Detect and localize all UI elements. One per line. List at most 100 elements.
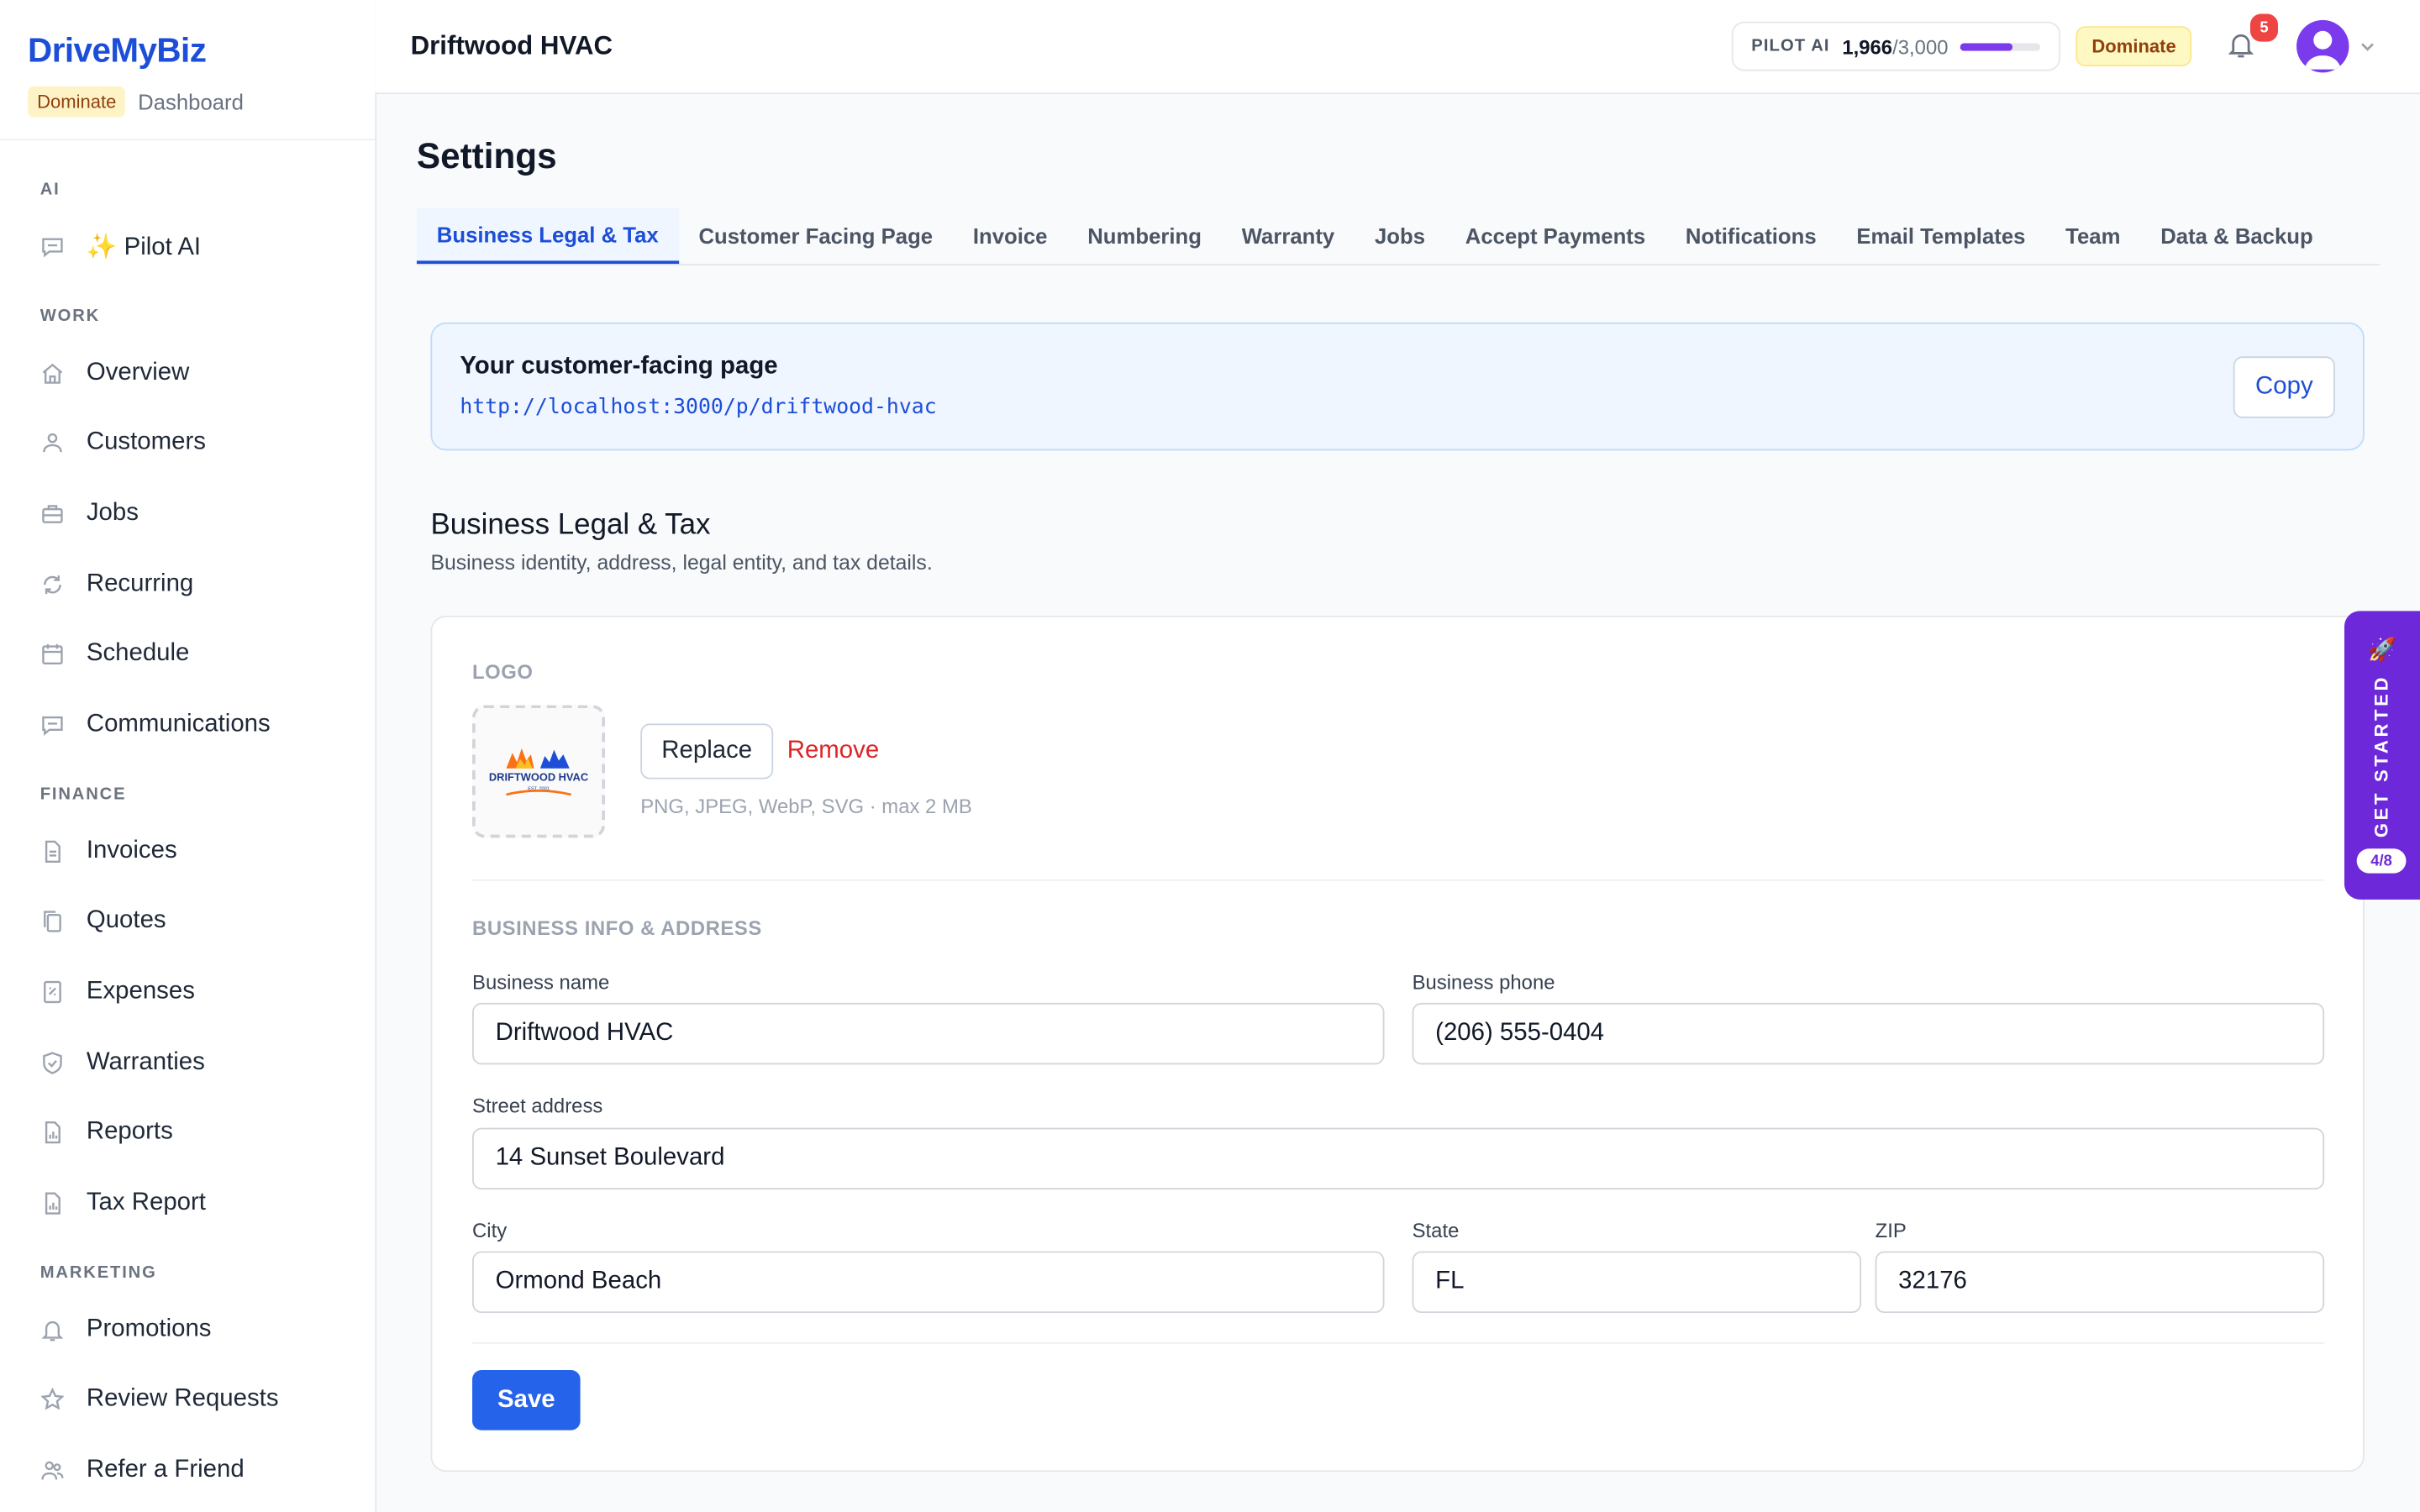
sidebar-item-label: Review Requests [86,1386,279,1413]
pilot-ai-progress-fill [1960,42,2013,50]
business-title: Driftwood HVAC [410,30,613,60]
chevron-down-icon[interactable] [2359,37,2377,55]
city-field[interactable]: Ormond Beach [472,1251,1385,1314]
logo-preview: DRIFTWOOD HVAC EST. 2001 [472,705,605,838]
page-title: Settings [416,135,557,176]
save-button[interactable]: Save [472,1370,581,1431]
logo-text: DRIFTWOOD HVAC [489,770,588,783]
business-phone-label: Business phone [1412,970,1555,994]
copy-url-button[interactable]: Copy [2233,356,2335,418]
plan-badge: Dominate [28,86,126,118]
nav-section-title: WORK [39,306,101,325]
sidebar-item-refer-a-friend[interactable]: Refer a Friend [0,1436,375,1506]
sidebar-item-customers[interactable]: Customers [0,408,375,479]
street-address-field[interactable]: 14 Sunset Boulevard [472,1127,2325,1190]
sidebar-item-label: Invoices [86,837,177,864]
chat-icon [40,234,65,259]
tab-warranty[interactable]: Warranty [1222,208,1355,264]
notifications-button[interactable]: 5 [2226,10,2281,63]
business-logo-image: DRIFTWOOD HVAC EST. 2001 [489,748,588,796]
tab-notifications[interactable]: Notifications [1665,208,1836,264]
get-started-panel-toggle[interactable]: 🚀 GET STARTED 4/8 [2344,611,2420,900]
business-legal-form: LOGO DRIFTWOOD HVAC EST. 2001 Replace Re… [430,615,2365,1473]
sidebar-item-invoices[interactable]: Invoices [0,816,375,886]
sidebar-item-label: Schedule [86,640,190,667]
nav-section-title: FINANCE [39,785,127,804]
users-icon [40,431,65,455]
report-icon [40,1191,65,1215]
sidebar-item-label: Jobs [86,499,139,527]
remove-logo-button[interactable]: Remove [787,738,879,765]
refresh-icon [40,572,65,596]
calendar-icon [40,643,65,667]
main-content: Settings Business Legal & Tax Customer F… [375,92,2420,1512]
sidebar-item-schedule[interactable]: Schedule [0,619,375,690]
plan-badge-header[interactable]: Dominate [2075,26,2192,66]
receipt-icon [40,979,65,1004]
pilot-ai-total: /3,000 [1892,34,1949,58]
sidebar-item-jobs[interactable]: Jobs [0,479,375,549]
tab-email-templates[interactable]: Email Templates [1837,208,2046,264]
notification-count-badge: 5 [2247,10,2281,45]
star-icon [40,1388,65,1412]
sidebar-item-label: Quotes [86,907,166,934]
business-name-label: Business name [472,970,610,994]
customer-page-url[interactable]: http://localhost:3000/p/driftwood-hvac [460,395,936,419]
tab-numbering[interactable]: Numbering [1067,208,1221,264]
customer-page-card: Your customer-facing page http://localho… [430,322,2365,451]
sidebar-item-reports[interactable]: Reports [0,1098,375,1168]
sidebar-item-label: Reports [86,1119,173,1146]
sidebar-item-overview[interactable]: Overview [0,338,375,408]
shield-icon [40,1050,65,1074]
sidebar-item-quotes[interactable]: Quotes [0,886,375,957]
replace-logo-button[interactable]: Replace [640,723,774,780]
sidebar: DriveMyBiz Dominate Dashboard AI ✨ Pilot… [0,0,377,1512]
sidebar-item-pilot-ai[interactable]: ✨ Pilot AI [0,212,375,282]
sidebar-item-label: Warranties [86,1048,205,1075]
brand-block: DriveMyBiz Dominate Dashboard [0,0,376,141]
sidebar-item-communications[interactable]: Communications [0,690,375,760]
section-divider [472,879,2325,881]
tab-accept-payments[interactable]: Accept Payments [1445,208,1665,264]
nav-section-title: AI [39,180,60,199]
pilot-ai-progress-bar [1960,42,2041,50]
context-label: Dashboard [138,89,244,114]
get-started-label: GET STARTED [2370,674,2392,838]
report-icon [40,1121,65,1145]
bell-icon [40,1317,65,1341]
pilot-ai-label: PILOT AI [1751,37,1830,56]
tab-business-legal-tax[interactable]: Business Legal & Tax [416,207,679,265]
sidebar-item-warranties[interactable]: Warranties [0,1027,375,1098]
business-phone-field[interactable]: (206) 555-0404 [1412,1002,2325,1065]
sidebar-item-tax-report[interactable]: Tax Report [0,1168,375,1239]
zip-field[interactable]: 32176 [1875,1251,2325,1314]
sidebar-item-review-requests[interactable]: Review Requests [0,1365,375,1436]
get-started-progress: 4/8 [2356,848,2407,874]
pilot-ai-used: 1,966 [1842,34,1893,58]
business-info-caption: BUSINESS INFO & ADDRESS [472,916,762,940]
sidebar-item-recurring[interactable]: Recurring [0,549,375,619]
tab-team[interactable]: Team [2045,208,2140,264]
sidebar-item-label: Expenses [86,978,195,1005]
section-subtitle: Business identity, address, legal entity… [430,550,933,575]
home-icon [40,360,65,385]
tab-invoice[interactable]: Invoice [953,208,1067,264]
user-avatar[interactable] [2296,19,2349,73]
users-icon [40,1458,65,1483]
state-field[interactable]: FL [1412,1251,1862,1314]
pilot-ai-usage[interactable]: PILOT AI 1,966 /3,000 [1731,21,2061,71]
document-icon [40,839,65,864]
form-footer-divider [472,1341,2325,1344]
tab-customer-facing-page[interactable]: Customer Facing Page [679,208,953,264]
state-label: State [1412,1219,1460,1242]
tab-data-backup[interactable]: Data & Backup [2140,208,2333,264]
brand-logo[interactable]: DriveMyBiz [28,31,347,71]
sidebar-nav: AI ✨ Pilot AI WORK Overview Customers Jo… [0,140,375,1506]
business-name-field[interactable]: Driftwood HVAC [472,1002,1385,1065]
settings-tabs: Business Legal & Tax Customer Facing Pag… [416,207,2381,265]
sidebar-item-label: Promotions [86,1315,212,1342]
sidebar-item-promotions[interactable]: Promotions [0,1294,375,1365]
zip-label: ZIP [1875,1219,1907,1242]
tab-jobs[interactable]: Jobs [1355,208,1445,264]
sidebar-item-expenses[interactable]: Expenses [0,957,375,1027]
